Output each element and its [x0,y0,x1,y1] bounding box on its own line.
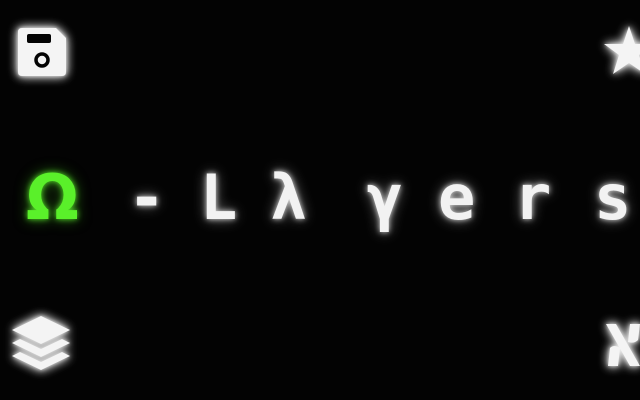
omega-glyph: Ω [26,161,79,234]
game-title: Ω - L λ γ e r s [0,158,640,238]
title-screen: Ω - L λ γ e r s [0,0,640,400]
title-dash: - [128,161,166,234]
star-icon[interactable] [604,24,640,76]
save-icon[interactable] [14,24,70,80]
title-letter-gamma: γ [366,161,404,234]
title-letter-s: s [594,161,632,234]
title-letter-e: e [438,161,476,234]
aleph-icon[interactable] [604,314,640,374]
title-letter-l: L [200,161,238,234]
layers-icon[interactable] [8,312,74,374]
title-letter-lambda: λ [270,161,308,234]
title-letter-r: r [514,161,552,234]
